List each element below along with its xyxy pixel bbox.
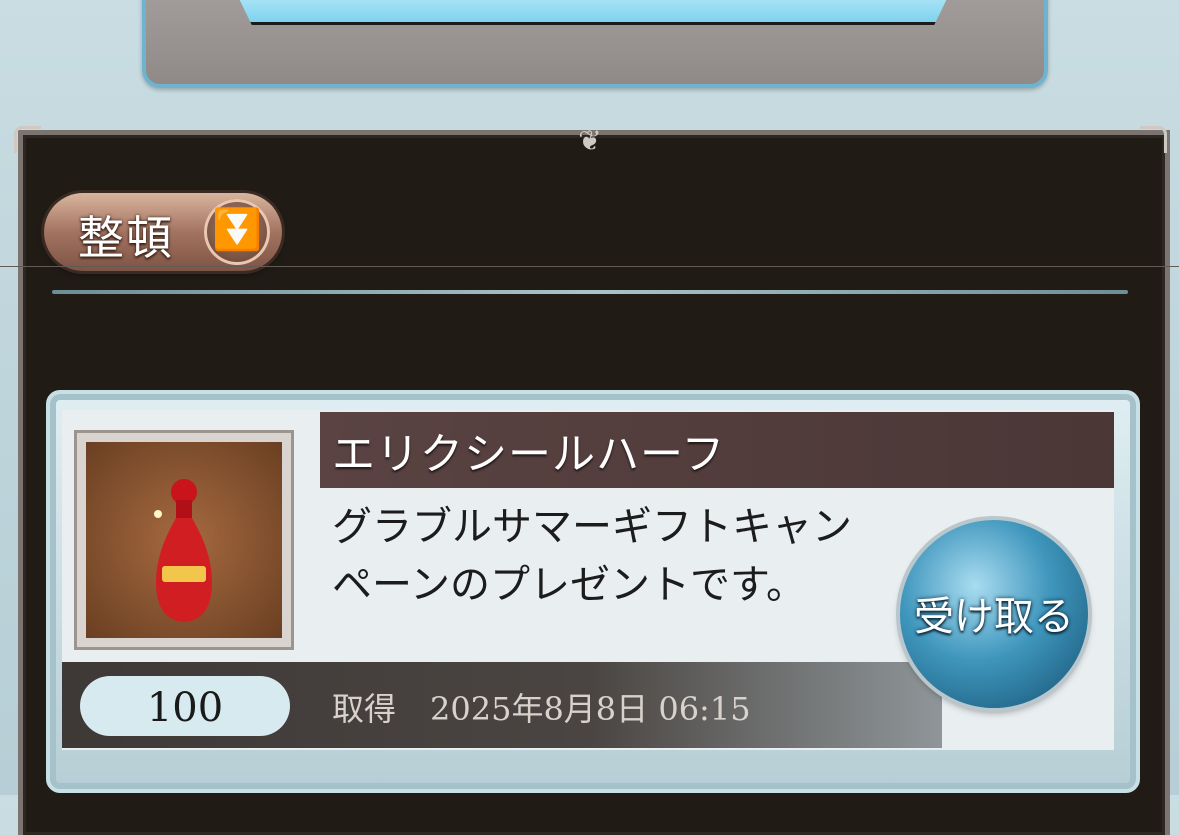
previous-item-bar	[230, 0, 956, 25]
acquired-label: 取得	[332, 690, 397, 728]
receive-button[interactable]: 受け取る	[900, 520, 1088, 708]
header-separator	[0, 266, 1179, 267]
panel-corner-ornament	[14, 126, 41, 153]
panel-top-ornament: ❦	[578, 124, 602, 157]
divider	[52, 290, 1128, 294]
item-name: エリクシールハーフ	[332, 430, 726, 480]
potion-icon	[154, 479, 212, 622]
sort-button-label: 整頓	[78, 211, 174, 265]
item-description: グラブルサマーギフトキャンペーンのプレゼントです。	[332, 504, 852, 608]
sort-button[interactable]: 整頓 ⏬	[44, 193, 282, 271]
item-quantity: 100	[80, 676, 290, 736]
acquired-date: 2025年8月8日 06:15	[430, 690, 751, 728]
double-chevron-down-icon: ⏬	[204, 199, 270, 265]
panel-corner-ornament	[1140, 126, 1167, 153]
receive-button-label: 受け取る	[914, 594, 1074, 640]
